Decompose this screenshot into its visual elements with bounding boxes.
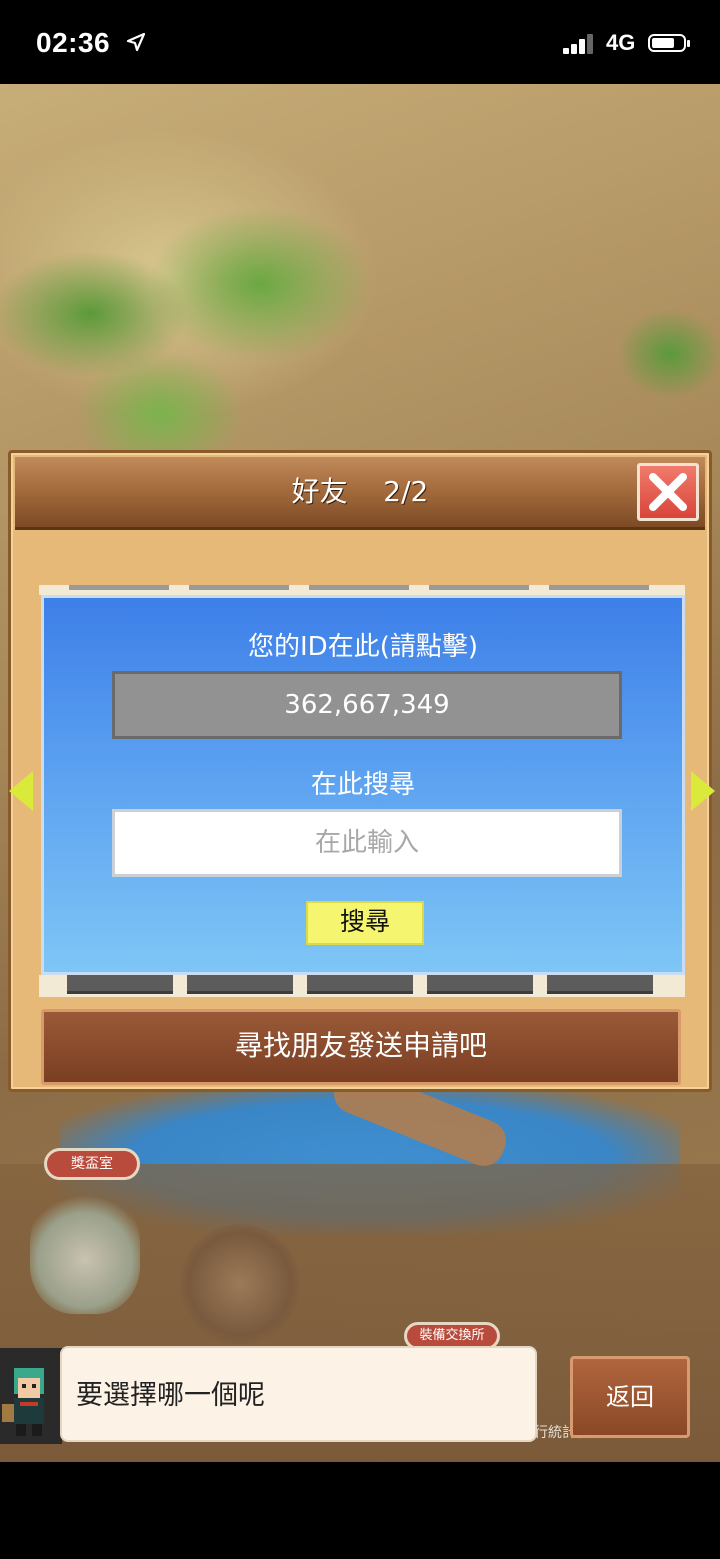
speech-text: 要選擇哪一個呢 — [76, 1380, 265, 1411]
character-sprite-icon — [2, 1368, 44, 1436]
search-input[interactable]: 在此輸入 — [112, 809, 622, 877]
search-button[interactable]: 搜尋 — [306, 901, 424, 945]
close-icon — [649, 473, 687, 511]
cellular-signal-icon — [563, 34, 599, 54]
back-button[interactable]: 返回 — [570, 1356, 690, 1438]
character-avatar — [0, 1348, 62, 1444]
tab-3[interactable] — [307, 975, 413, 994]
trophy-room-sign[interactable]: 獎盃室 — [44, 1148, 140, 1180]
close-button[interactable] — [637, 463, 699, 521]
clock: 02:36 — [36, 27, 111, 58]
speech-bubble: 要選擇哪一個呢 — [60, 1346, 537, 1442]
trophy-tower[interactable] — [30, 1194, 140, 1314]
next-page-arrow-icon[interactable] — [691, 771, 715, 811]
cave-hut[interactable] — [180, 1224, 300, 1344]
tab-5[interactable] — [547, 975, 653, 994]
dialog-header: 好友 2/2 — [15, 457, 705, 530]
friend-dialog: 好友 2/2 您的ID在此(請點擊) 362,667,349 在此搜尋 在此輸入… — [8, 450, 715, 1092]
status-bar: 02:36 4G — [0, 0, 720, 84]
location-arrow-icon — [126, 32, 146, 52]
tab-1[interactable] — [67, 975, 173, 994]
your-id-label: 您的ID在此(請點擊) — [248, 632, 478, 662]
battery-icon — [648, 34, 690, 52]
network-type: 4G — [606, 30, 636, 55]
tabs-bottom-strip — [39, 975, 685, 997]
player-id-field[interactable]: 362,667,349 — [112, 671, 622, 739]
previous-page-arrow-icon[interactable] — [9, 771, 33, 811]
tabs-top-strip — [39, 585, 685, 595]
search-label: 在此搜尋 — [310, 770, 415, 800]
home-indicator-area — [0, 1462, 720, 1559]
add-friend-panel: 您的ID在此(請點擊) 362,667,349 在此搜尋 在此輸入 搜尋 — [41, 595, 685, 975]
dialog-title: 好友 2/2 — [291, 475, 429, 508]
find-friends-banner[interactable]: 尋找朋友發送申請吧 — [41, 1009, 681, 1085]
tab-4[interactable] — [427, 975, 533, 994]
tab-2[interactable] — [187, 975, 293, 994]
